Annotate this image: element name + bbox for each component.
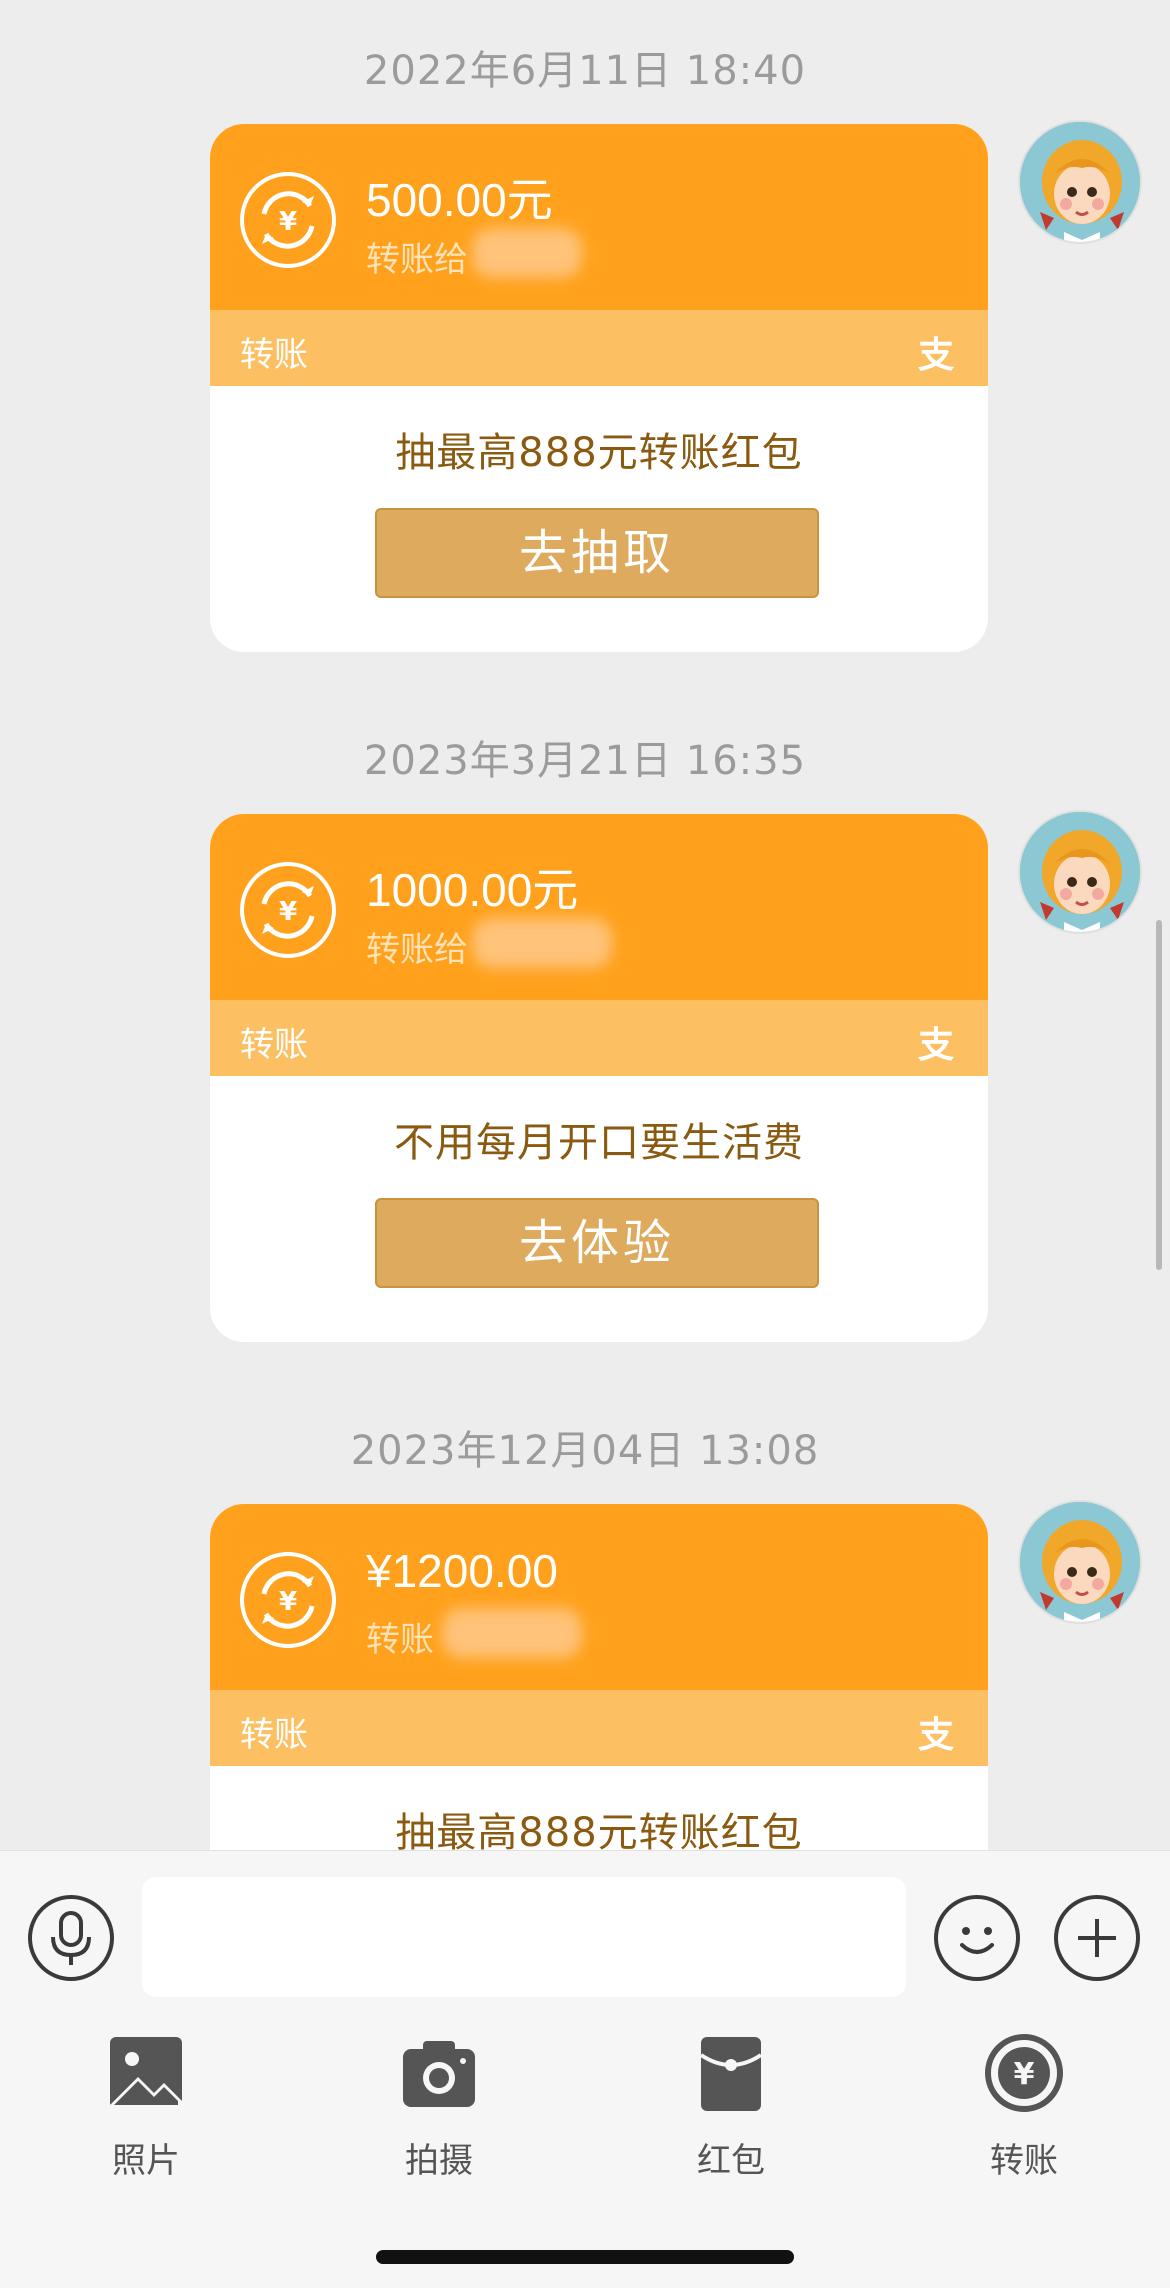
avatar[interactable] xyxy=(1018,120,1142,244)
smiley-icon[interactable] xyxy=(934,1895,1020,1981)
svg-text:¥: ¥ xyxy=(279,207,297,237)
blurred-recipient-name xyxy=(472,228,582,278)
alipay-icon: 支 xyxy=(917,1715,954,1756)
transfer-yuan-icon: ¥ xyxy=(982,2031,1066,2115)
promo-text: 抽最高888元转账红包 xyxy=(395,1810,803,1850)
experience-button[interactable]: 去体验 xyxy=(375,1198,819,1288)
transfer-card[interactable]: ¥ 500.00元 转账给 转账 支 抽最高888元转账红包 去抽取 xyxy=(210,124,988,652)
transfer-card-band: 转账 支 xyxy=(210,1000,988,1076)
message-input[interactable] xyxy=(142,1877,906,1997)
transfer-amount: 1000.00元 xyxy=(366,864,579,916)
tool-label: 拍摄 xyxy=(405,2141,473,2181)
tool-camera[interactable]: 拍摄 xyxy=(349,2031,529,2182)
transfer-yuan-icon: ¥ xyxy=(240,172,336,268)
microphone-icon[interactable] xyxy=(28,1895,114,1981)
transfer-card-header: ¥ 1000.00元 转账给 xyxy=(210,814,988,1000)
promo-text: 抽最高888元转账红包 xyxy=(395,430,803,476)
home-indicator[interactable] xyxy=(376,2250,794,2264)
tool-photo[interactable]: 照片 xyxy=(56,2031,236,2182)
transfer-recipient-label: 转账给 xyxy=(366,240,468,280)
transfer-card-header: ¥ ¥1200.00 转账 xyxy=(210,1504,988,1690)
alipay-icon: 支 xyxy=(917,1025,954,1066)
transfer-yuan-icon: ¥ xyxy=(240,862,336,958)
transfer-card[interactable]: ¥ 1000.00元 转账给 转账 支 不用每月开口要生活费 去体验 xyxy=(210,814,988,1342)
blurred-recipient-name xyxy=(472,918,612,968)
avatar[interactable] xyxy=(1018,1500,1142,1624)
message-timestamp: 2023年12月04日 13:08 xyxy=(350,1428,820,1474)
svg-text:¥: ¥ xyxy=(1014,2057,1035,2092)
tool-red-packet[interactable]: 红包 xyxy=(641,2031,821,2182)
transfer-recipient-label: 转账给 xyxy=(366,930,468,970)
message-timestamp: 2023年3月21日 16:35 xyxy=(363,738,807,784)
transfer-yuan-icon: ¥ xyxy=(240,1552,336,1648)
plus-icon[interactable] xyxy=(1054,1895,1140,1981)
message-timestamp: 2022年6月11日 18:40 xyxy=(363,48,807,94)
avatar[interactable] xyxy=(1018,810,1142,934)
transfer-card-band: 转账 支 xyxy=(210,1690,988,1766)
transfer-card-header: ¥ 500.00元 转账给 xyxy=(210,124,988,310)
transfer-type-label: 转账 xyxy=(240,1715,308,1755)
tool-label: 红包 xyxy=(697,2141,765,2181)
transfer-card-band: 转账 支 xyxy=(210,310,988,386)
alipay-icon: 支 xyxy=(917,335,954,376)
transfer-type-label: 转账 xyxy=(240,335,308,375)
svg-text:¥: ¥ xyxy=(279,1587,297,1617)
transfer-card[interactable]: ¥ ¥1200.00 转账 转账 支 抽最高888元转账红包 xyxy=(210,1504,988,1850)
image-icon xyxy=(104,2031,188,2115)
transfer-amount: 500.00元 xyxy=(366,174,553,226)
tool-label: 转账 xyxy=(990,2141,1058,2181)
red-packet-icon xyxy=(689,2031,773,2115)
chat-history[interactable]: 2022年6月11日 18:40 ¥ 500.00元 转账给 转账 支 抽最高8… xyxy=(0,0,1170,1850)
transfer-type-label: 转账 xyxy=(240,1025,308,1065)
camera-icon xyxy=(397,2031,481,2115)
tool-label: 照片 xyxy=(112,2141,180,2181)
transfer-amount: ¥1200.00 xyxy=(366,1545,558,1597)
draw-button[interactable]: 去抽取 xyxy=(375,508,819,598)
promo-text: 不用每月开口要生活费 xyxy=(394,1120,804,1166)
tool-transfer[interactable]: ¥ 转账 xyxy=(934,2031,1114,2182)
scrollbar[interactable] xyxy=(1156,920,1162,1270)
transfer-recipient-label: 转账 xyxy=(366,1620,434,1660)
input-panel: 照片 拍摄 红包 ¥ 转账 xyxy=(0,1850,1170,2288)
blurred-recipient-name xyxy=(442,1608,582,1658)
svg-text:¥: ¥ xyxy=(279,897,297,927)
